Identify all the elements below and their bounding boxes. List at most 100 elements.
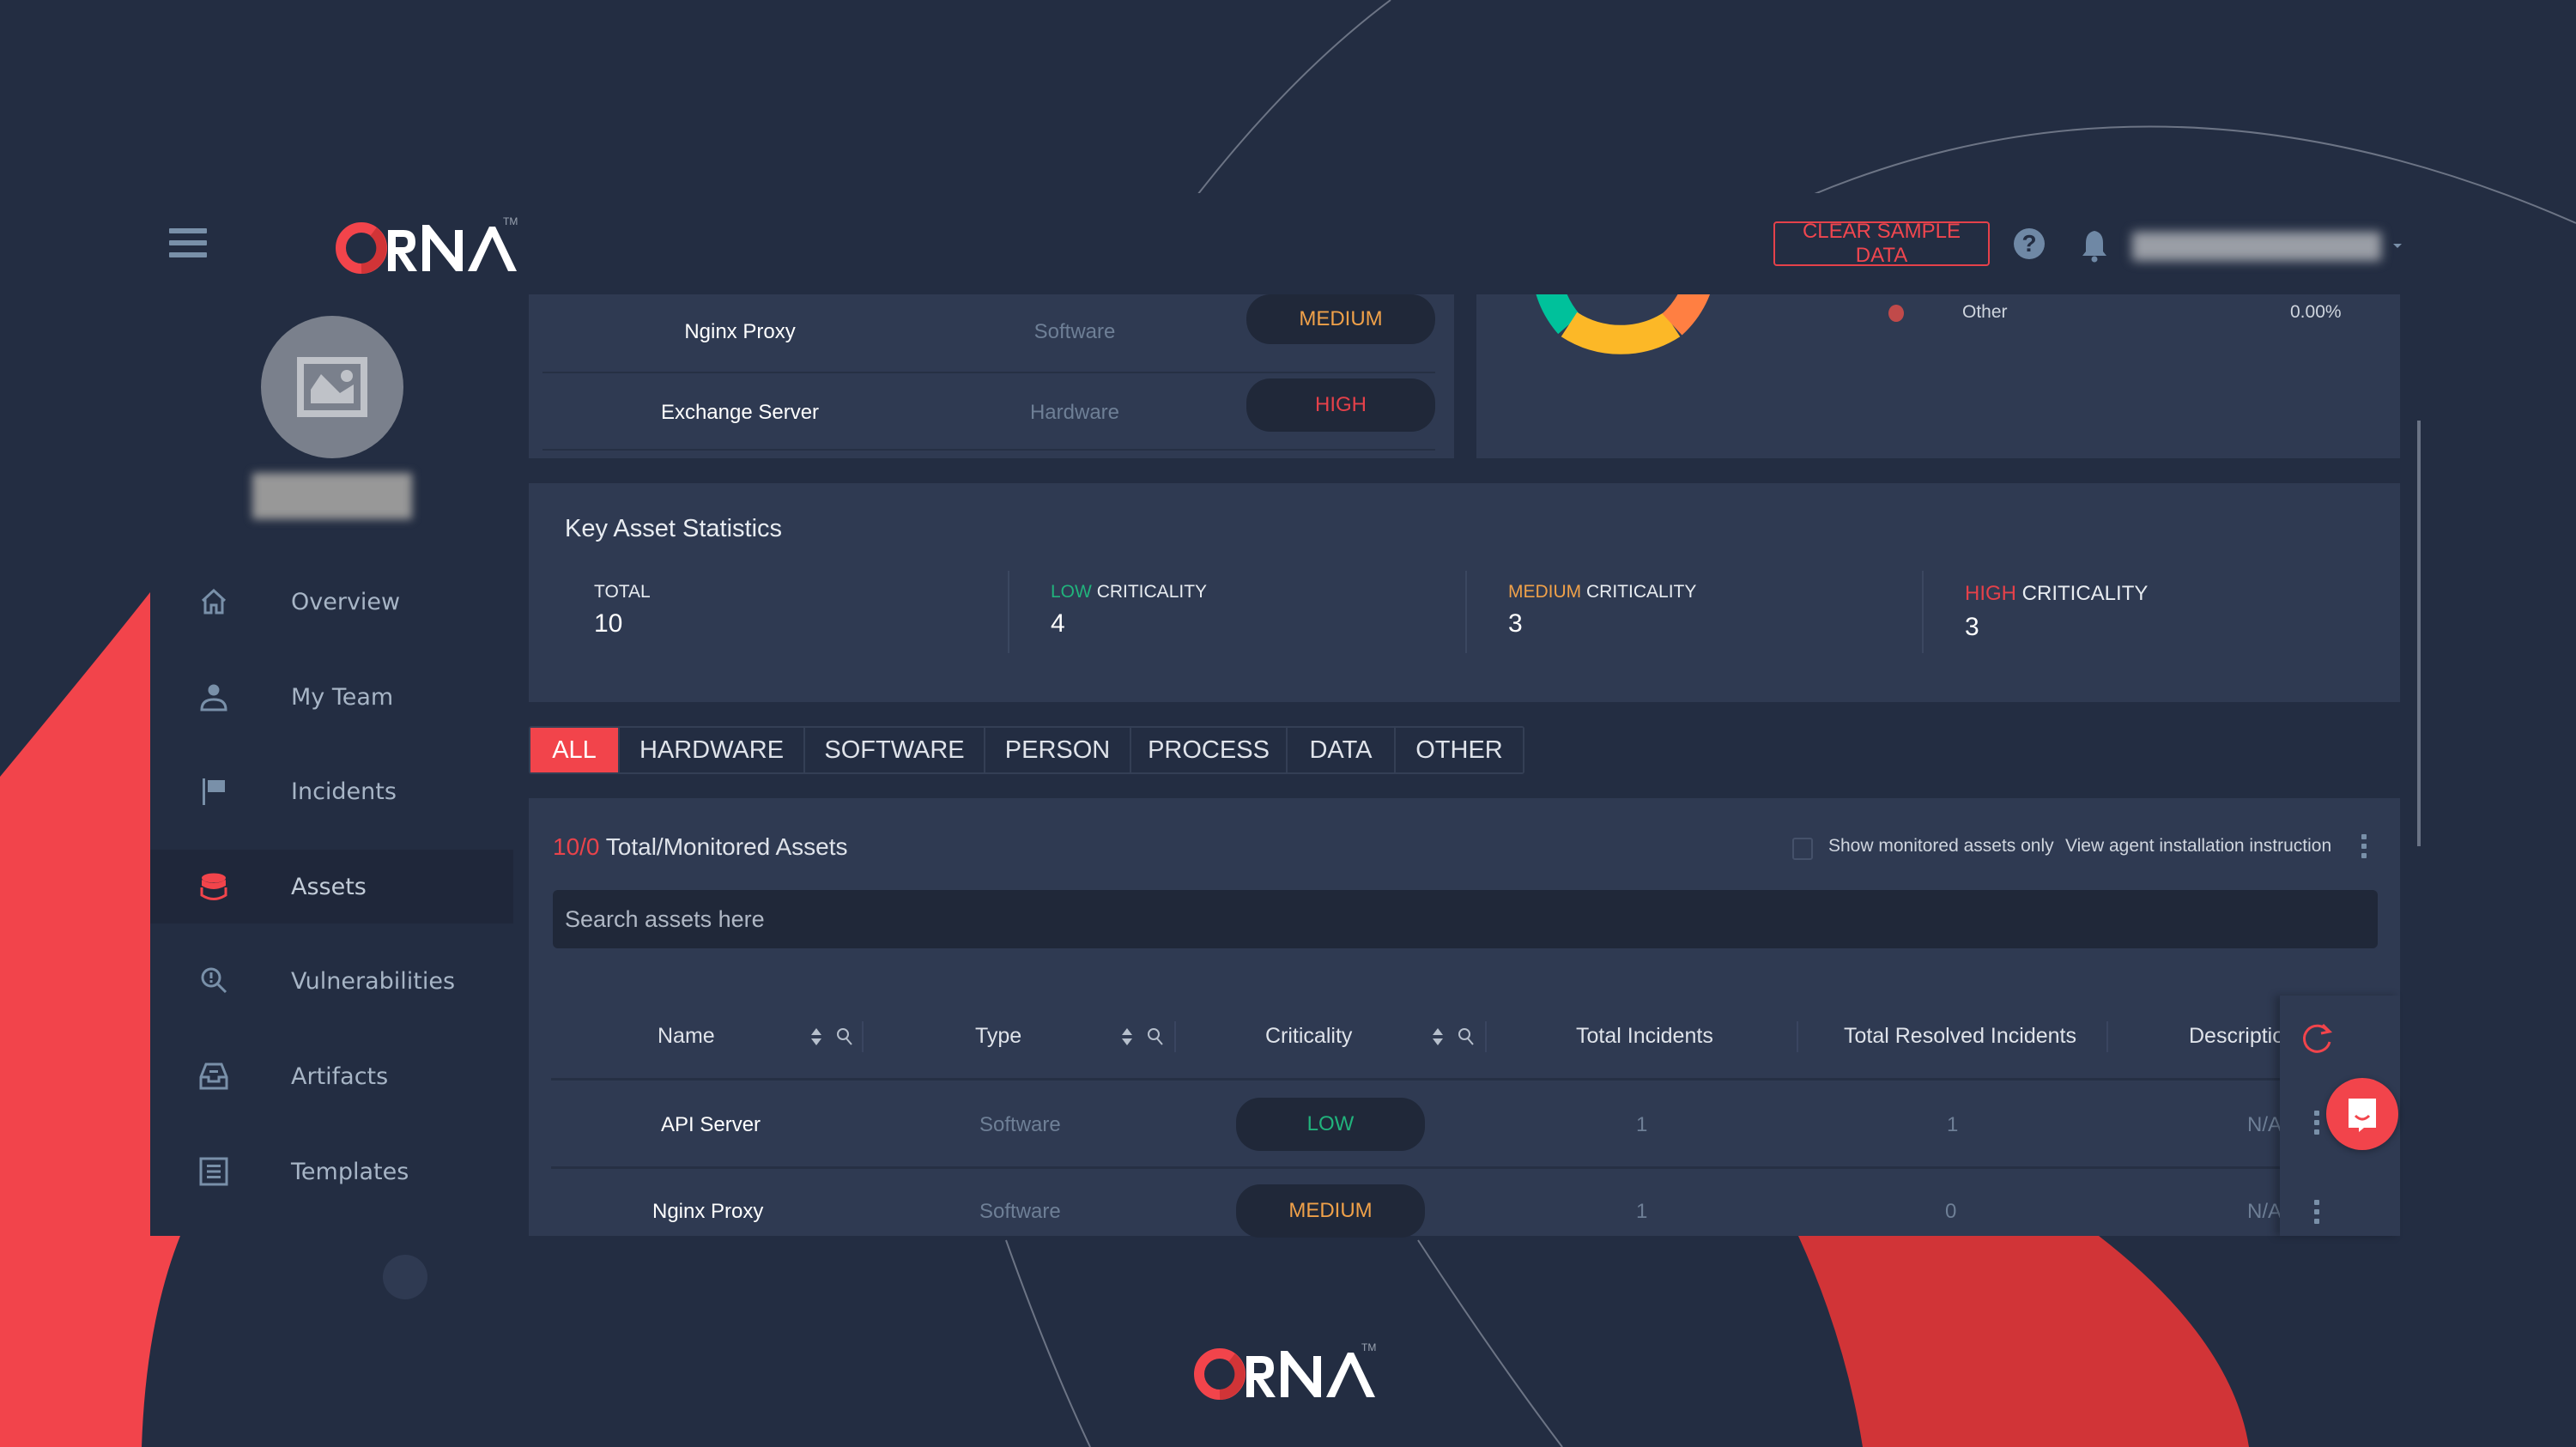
sidebar-item-label: Artifacts (291, 1063, 389, 1090)
stat-value: 10 (594, 609, 623, 638)
donut-segment (1561, 312, 1681, 354)
orna-logo[interactable]: TM (335, 213, 524, 286)
sidebar-collapse-dot[interactable] (383, 1255, 427, 1299)
user-menu-caret-icon[interactable] (2393, 244, 2402, 248)
user-email-blurred[interactable] (2132, 232, 2381, 261)
bell-icon[interactable] (2079, 228, 2110, 263)
tab-process[interactable]: PROCESS (1131, 728, 1288, 772)
stat-label: TOTAL (594, 582, 651, 602)
chat-icon (2349, 1099, 2376, 1132)
tab-software[interactable]: SOFTWARE (805, 728, 985, 772)
column-header-total-incidents[interactable]: Total Incidents (1576, 1024, 1713, 1049)
column-search-icon[interactable] (1458, 1026, 1475, 1047)
svg-text:TM: TM (1361, 1341, 1376, 1353)
total-incidents: 1 (1636, 1200, 1648, 1223)
medium-prefix: MEDIUM (1508, 582, 1582, 602)
search-assets-input[interactable] (553, 890, 2378, 948)
sidebar-item-assets[interactable]: Assets (150, 850, 513, 923)
show-monitored-only-label[interactable]: Show monitored assets only (1828, 836, 2054, 857)
divider (1465, 571, 1467, 653)
agent-installation-link[interactable]: View agent installation instruction (2065, 836, 2331, 857)
row-actions-icon[interactable] (2314, 1200, 2321, 1224)
asset-type: Software (1033, 320, 1116, 343)
total-resolved-incidents: 0 (1945, 1200, 1957, 1223)
tab-other[interactable]: OTHER (1396, 728, 1523, 772)
sort-icon[interactable] (810, 1026, 822, 1047)
total-incidents: 1 (1636, 1113, 1648, 1136)
hamburger-line (169, 252, 207, 257)
asset-name[interactable]: Nginx Proxy (652, 1200, 763, 1224)
orna-logo-icon: TM (336, 215, 518, 274)
column-search-icon[interactable] (836, 1026, 853, 1047)
divider (1008, 571, 1009, 653)
page-scrollbar[interactable] (2417, 421, 2421, 846)
donut-segment (1536, 294, 1581, 335)
column-header-total-resolved-incidents[interactable]: Total Resolved Incidents (1844, 1024, 2076, 1049)
image-placeholder-icon (297, 357, 367, 417)
divider (1922, 571, 1924, 653)
column-header-description[interactable]: Descriptio (2189, 1024, 2284, 1049)
avatar[interactable] (261, 316, 403, 458)
total-resolved-incidents: 1 (1947, 1113, 1959, 1136)
column-header-type[interactable]: Type (975, 1024, 1021, 1049)
sidebar-item-templates[interactable]: Templates (150, 1135, 513, 1208)
tab-data[interactable]: DATA (1288, 728, 1396, 772)
sidebar-item-incidents[interactable]: Incidents (150, 754, 513, 828)
inbox-icon (197, 1059, 231, 1093)
column-header-criticality[interactable]: Criticality (1265, 1024, 1352, 1049)
tab-all[interactable]: ALL (530, 728, 620, 772)
asset-name[interactable]: API Server (661, 1113, 761, 1137)
tab-person[interactable]: PERSON (985, 728, 1131, 772)
sidebar-item-label: Assets (291, 873, 367, 900)
more-options-icon[interactable] (2361, 834, 2368, 858)
criticality-badge: MEDIUM (1246, 294, 1435, 344)
stat-value: 3 (1965, 613, 1979, 641)
clear-sample-data-button[interactable]: CLEAR SAMPLE DATA (1773, 220, 1990, 267)
assets-count: 10/0 (553, 833, 600, 860)
description: N/A (2247, 1113, 2282, 1136)
criticality-suffix: CRITICALITY (2021, 582, 2149, 605)
user-icon (197, 680, 231, 714)
chat-button[interactable] (2326, 1078, 2398, 1150)
stat-value: 4 (1051, 609, 1065, 638)
assets-count-label: Total/Monitored Assets (605, 833, 848, 860)
stat-value: 3 (1508, 609, 1523, 638)
orna-logo-icon: TM (1194, 1341, 1376, 1400)
orna-logo-footer: TM (1185, 1339, 1391, 1412)
sidebar-item-artifacts[interactable]: Artifacts (150, 1039, 513, 1113)
sort-icon[interactable] (1121, 1026, 1133, 1047)
hamburger-menu-button[interactable] (169, 228, 207, 259)
hamburger-line (169, 228, 207, 233)
asset-name: Exchange Server (660, 401, 820, 424)
show-monitored-only-checkbox[interactable] (1792, 838, 1813, 860)
donut-segment (1662, 294, 1710, 336)
user-name-blurred (252, 473, 412, 519)
list-item[interactable]: Exchange Server Hardware HIGH (542, 372, 1435, 451)
tab-hardware[interactable]: HARDWARE (620, 728, 805, 772)
criticality-badge: HIGH (1246, 378, 1435, 432)
top-assets-list-panel: Nginx Proxy Software MEDIUM Exchange Ser… (529, 294, 1454, 458)
sidebar-item-label: Incidents (291, 778, 397, 805)
row-actions-icon[interactable] (2314, 1111, 2321, 1135)
column-divider (862, 1021, 864, 1052)
column-divider (1485, 1021, 1487, 1052)
assets-table-panel (529, 798, 2400, 1236)
header-divider (551, 1078, 2379, 1081)
assets-count-heading: 10/0 Total/Monitored Assets (553, 833, 847, 861)
stat-label: MEDIUM CRITICALITY (1508, 582, 1696, 602)
criticality-badge: MEDIUM (1236, 1184, 1425, 1238)
stat-label: LOW CRITICALITY (1051, 582, 1207, 602)
stat-label: HIGH CRITICALITY (1965, 582, 2148, 606)
low-prefix: LOW (1051, 582, 1092, 602)
row-divider (551, 1166, 2379, 1169)
list-item[interactable]: Nginx Proxy Software MEDIUM (542, 294, 1435, 373)
sidebar-item-overview[interactable]: Overview (150, 565, 513, 639)
refresh-icon[interactable] (2300, 1021, 2335, 1056)
sidebar-item-vulnerabilities[interactable]: Vulnerabilities (150, 944, 513, 1018)
sort-icon[interactable] (1432, 1026, 1444, 1047)
column-search-icon[interactable] (1147, 1026, 1164, 1047)
description: N/A (2247, 1200, 2282, 1223)
help-icon[interactable]: ? (2014, 228, 2045, 259)
column-header-name[interactable]: Name (658, 1024, 715, 1049)
sidebar-item-my-team[interactable]: My Team (150, 660, 513, 734)
